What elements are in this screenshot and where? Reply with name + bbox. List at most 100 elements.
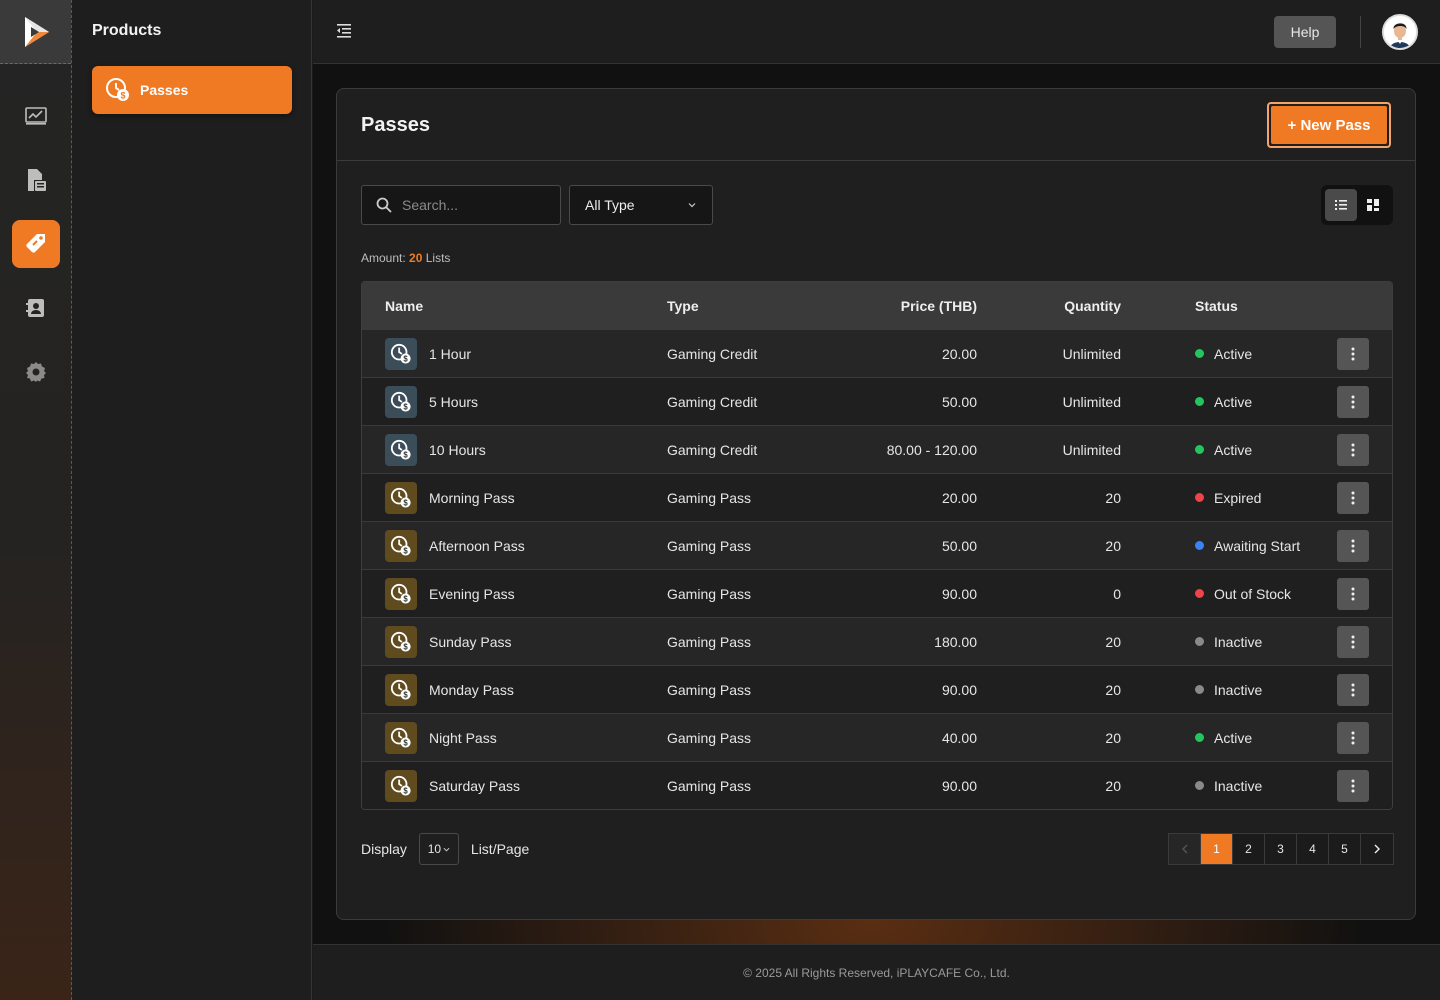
row-actions-button[interactable] bbox=[1337, 769, 1369, 802]
cell-name: $ 1 Hour bbox=[385, 330, 471, 377]
app-logo[interactable] bbox=[0, 0, 71, 64]
row-actions-button[interactable] bbox=[1337, 673, 1369, 706]
status-badge: Out of Stock bbox=[1214, 585, 1292, 602]
cell-type: Gaming Credit bbox=[667, 441, 758, 458]
cell-actions bbox=[1337, 618, 1369, 665]
cell-name: $ Morning Pass bbox=[385, 474, 515, 521]
status-dot bbox=[1195, 349, 1204, 358]
pass-name: Evening Pass bbox=[429, 585, 515, 602]
rail-settings-button[interactable] bbox=[12, 348, 60, 396]
cell-type: Gaming Credit bbox=[667, 345, 758, 362]
cell-price: 50.00 bbox=[941, 393, 977, 410]
display-label: Display bbox=[361, 841, 407, 857]
cell-quantity: Unlimited bbox=[1062, 441, 1121, 458]
page-button-5[interactable]: 5 bbox=[1329, 834, 1361, 864]
cell-type: Gaming Pass bbox=[667, 633, 752, 650]
cell-type: Gaming Pass bbox=[667, 585, 752, 602]
table-row[interactable]: $ Morning Pass Gaming Pass 20.00 20 Expi… bbox=[362, 473, 1392, 521]
col-name[interactable]: Name bbox=[385, 282, 423, 329]
list-view-icon bbox=[1335, 200, 1347, 210]
table-row[interactable]: $ Monday Pass Gaming Pass 90.00 20 Inact… bbox=[362, 665, 1392, 713]
col-quantity[interactable]: Quantity bbox=[1064, 282, 1121, 329]
amount-value: 20 bbox=[409, 251, 423, 265]
row-actions-button[interactable] bbox=[1337, 721, 1369, 754]
table-row[interactable]: $ Afternoon Pass Gaming Pass 50.00 20 Aw… bbox=[362, 521, 1392, 569]
rail-members-button[interactable] bbox=[12, 284, 60, 332]
rail-reports-button[interactable] bbox=[12, 156, 60, 204]
collapse-menu-button[interactable] bbox=[335, 22, 355, 42]
cell-status: Active bbox=[1195, 378, 1252, 425]
table-body: $ 1 Hour Gaming Credit 20.00 Unlimited A… bbox=[362, 329, 1392, 809]
table-row[interactable]: $ 10 Hours Gaming Credit 80.00 - 120.00 … bbox=[362, 425, 1392, 473]
status-badge: Active bbox=[1214, 729, 1253, 746]
cell-status: Inactive bbox=[1195, 666, 1262, 713]
page-button-1[interactable]: 1 bbox=[1201, 834, 1233, 864]
grid-view-button[interactable] bbox=[1357, 189, 1389, 221]
cell-status: Inactive bbox=[1195, 762, 1262, 809]
col-price[interactable]: Price (THB) bbox=[901, 282, 977, 329]
status-badge: Awaiting Start bbox=[1214, 537, 1301, 554]
cell-name: $ 10 Hours bbox=[385, 426, 486, 473]
list-view-button[interactable] bbox=[1325, 189, 1357, 221]
col-status[interactable]: Status bbox=[1195, 282, 1238, 329]
more-vertical-icon bbox=[1351, 443, 1355, 456]
search-input[interactable] bbox=[402, 197, 552, 213]
main-area: Help Passes + New Pass Search... All Typ… bbox=[313, 0, 1440, 1000]
status-dot bbox=[1195, 733, 1204, 742]
rail-products-button[interactable] bbox=[12, 220, 60, 268]
pagination: 12345 bbox=[1168, 833, 1394, 865]
cell-price: 90.00 bbox=[941, 777, 977, 794]
row-actions-button[interactable] bbox=[1337, 577, 1369, 610]
dashboard-chart-icon bbox=[25, 107, 47, 125]
row-actions-button[interactable] bbox=[1337, 481, 1369, 514]
help-button[interactable]: Help bbox=[1274, 16, 1336, 48]
row-actions-button[interactable] bbox=[1337, 625, 1369, 658]
next-page-button[interactable] bbox=[1361, 834, 1393, 864]
rail-dashboard-button[interactable] bbox=[12, 92, 60, 140]
table-row[interactable]: $ Sunday Pass Gaming Pass 180.00 20 Inac… bbox=[362, 617, 1392, 665]
table-row[interactable]: $ Night Pass Gaming Pass 40.00 20 Active bbox=[362, 713, 1392, 761]
page-button-4[interactable]: 4 bbox=[1297, 834, 1329, 864]
pass-name: Saturday Pass bbox=[429, 777, 521, 794]
table-row[interactable]: $ 1 Hour Gaming Credit 20.00 Unlimited A… bbox=[362, 329, 1392, 377]
settings-icon bbox=[26, 362, 46, 382]
new-pass-button[interactable]: + New Pass bbox=[1267, 102, 1391, 148]
search-box[interactable] bbox=[361, 185, 561, 225]
sidebar-item-passes[interactable]: $ Passes bbox=[92, 66, 292, 114]
type-filter-select[interactable]: All Type bbox=[569, 185, 713, 225]
row-actions-button[interactable] bbox=[1337, 529, 1369, 562]
table-row[interactable]: $ Saturday Pass Gaming Pass 90.00 20 Ina… bbox=[362, 761, 1392, 809]
status-dot bbox=[1195, 541, 1204, 550]
svg-text:$: $ bbox=[403, 738, 408, 747]
cell-quantity: 20 bbox=[1105, 489, 1121, 506]
row-actions-button[interactable] bbox=[1337, 385, 1369, 418]
table-row[interactable]: $ 5 Hours Gaming Credit 50.00 Unlimited … bbox=[362, 377, 1392, 425]
row-actions-button[interactable] bbox=[1337, 433, 1369, 466]
cell-name: $ 5 Hours bbox=[385, 378, 478, 425]
cell-name: $ Monday Pass bbox=[385, 666, 514, 713]
page-button-3[interactable]: 3 bbox=[1265, 834, 1297, 864]
page-button-2[interactable]: 2 bbox=[1233, 834, 1265, 864]
cell-price: 20.00 bbox=[941, 489, 977, 506]
avatar[interactable] bbox=[1382, 14, 1418, 50]
cell-price: 90.00 bbox=[941, 585, 977, 602]
cell-price: 50.00 bbox=[941, 537, 977, 554]
cell-type: Gaming Pass bbox=[667, 681, 752, 698]
prev-page-button[interactable] bbox=[1169, 834, 1201, 864]
pass-clock-icon: $ bbox=[385, 721, 417, 754]
footer: © 2025 All Rights Reserved, iPLAYCAFE Co… bbox=[313, 944, 1440, 1000]
cell-quantity: 20 bbox=[1105, 633, 1121, 650]
amount-label: Amount: bbox=[361, 251, 406, 265]
per-page-select[interactable]: 10 bbox=[418, 833, 459, 865]
more-vertical-icon bbox=[1351, 587, 1355, 600]
cell-actions bbox=[1337, 714, 1369, 761]
col-type[interactable]: Type bbox=[667, 282, 699, 329]
table-row[interactable]: $ Evening Pass Gaming Pass 90.00 0 Out o… bbox=[362, 569, 1392, 617]
chevron-down-icon bbox=[443, 847, 450, 852]
more-vertical-icon bbox=[1351, 635, 1355, 648]
sidebar-title: Products bbox=[92, 22, 162, 39]
row-actions-button[interactable] bbox=[1337, 337, 1369, 370]
cell-actions bbox=[1337, 378, 1369, 425]
status-badge: Active bbox=[1214, 345, 1253, 362]
more-vertical-icon bbox=[1351, 347, 1355, 360]
